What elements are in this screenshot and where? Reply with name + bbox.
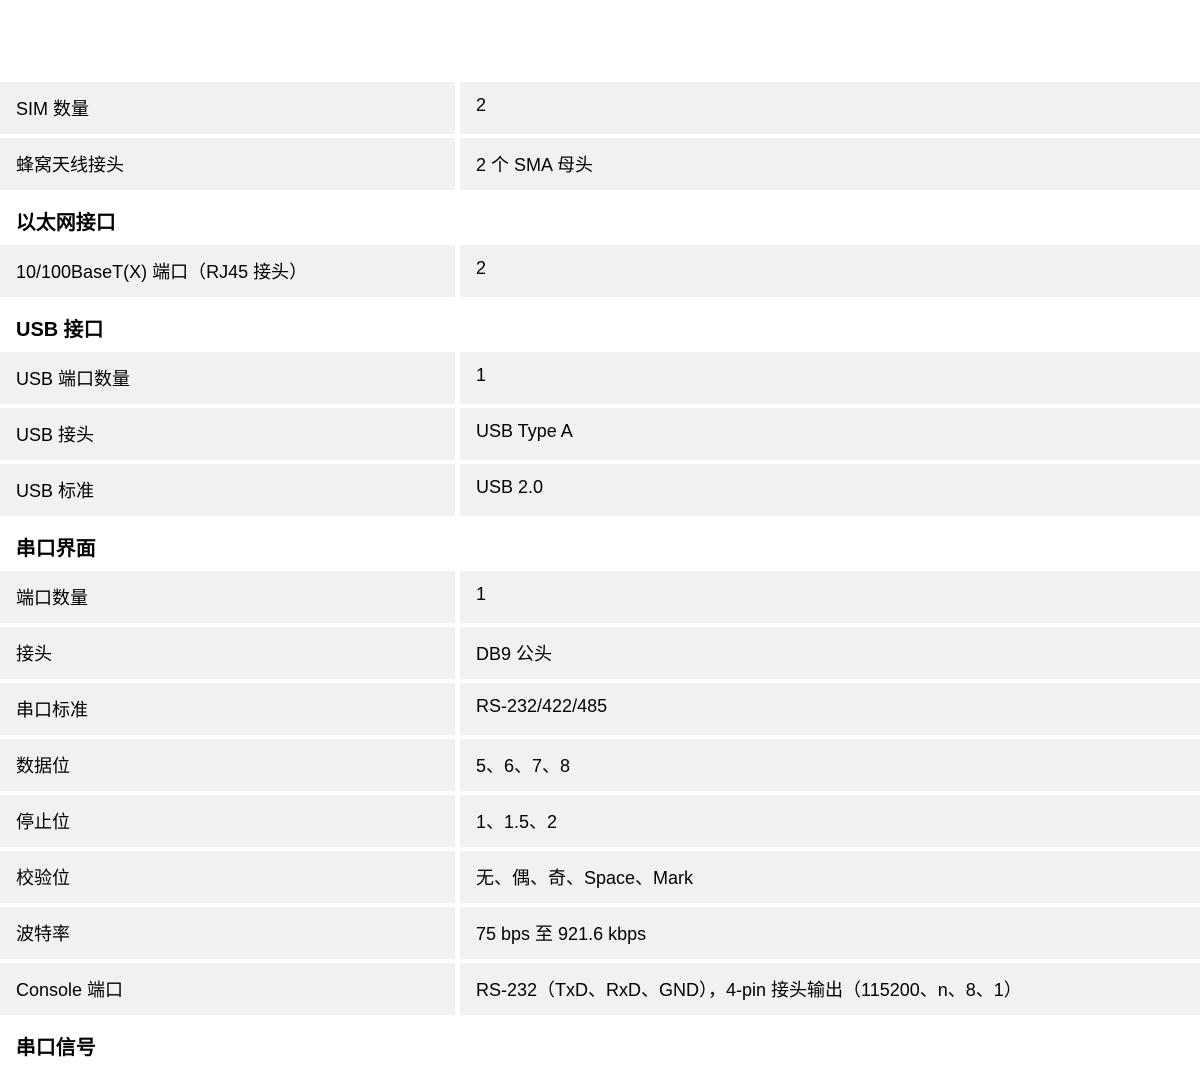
table-row: 端口数量 1 <box>0 571 1200 623</box>
spec-label: 端口数量 <box>0 571 455 623</box>
spec-value: 1 <box>460 352 1200 404</box>
spec-value: 1、1.5、2 <box>460 795 1200 847</box>
spec-value: 2 个 SMA 母头 <box>460 138 1200 190</box>
table-row: SIM 数量 2 <box>0 82 1200 134</box>
spec-label: 串口标准 <box>0 683 455 735</box>
table-row: USB 端口数量 1 <box>0 352 1200 404</box>
section-title-serial: 串口界面 <box>0 520 1200 571</box>
table-row: Console 端口 RS-232（TxD、RxD、GND），4-pin 接头输… <box>0 963 1200 1015</box>
section-title-ethernet: 以太网接口 <box>0 194 1200 245</box>
table-row: 接头 DB9 公头 <box>0 627 1200 679</box>
table-row: 数据位 5、6、7、8 <box>0 739 1200 791</box>
spec-label: 数据位 <box>0 739 455 791</box>
spec-label: 蜂窝天线接头 <box>0 138 455 190</box>
spec-value: 5、6、7、8 <box>460 739 1200 791</box>
table-row: 10/100BaseT(X) 端口（RJ45 接头） 2 <box>0 245 1200 297</box>
spec-label: SIM 数量 <box>0 82 455 134</box>
spec-label: 停止位 <box>0 795 455 847</box>
table-row: USB 标准 USB 2.0 <box>0 464 1200 516</box>
spec-container: SIM 数量 2 蜂窝天线接头 2 个 SMA 母头 以太网接口 10/100B… <box>0 0 1200 1070</box>
section-title-usb: USB 接口 <box>0 301 1200 352</box>
table-row: 蜂窝天线接头 2 个 SMA 母头 <box>0 138 1200 190</box>
spec-label: 波特率 <box>0 907 455 959</box>
table-row: 停止位 1、1.5、2 <box>0 795 1200 847</box>
spec-value: USB Type A <box>460 408 1200 460</box>
spec-value: 75 bps 至 921.6 kbps <box>460 907 1200 959</box>
table-row: 校验位 无、偶、奇、Space、Mark <box>0 851 1200 903</box>
spec-value: 2 <box>460 82 1200 134</box>
spec-value: 2 <box>460 245 1200 297</box>
table-row: 波特率 75 bps 至 921.6 kbps <box>0 907 1200 959</box>
spec-label: 10/100BaseT(X) 端口（RJ45 接头） <box>0 245 455 297</box>
spec-value: DB9 公头 <box>460 627 1200 679</box>
spec-label: Console 端口 <box>0 963 455 1015</box>
table-row: USB 接头 USB Type A <box>0 408 1200 460</box>
spec-label: USB 接头 <box>0 408 455 460</box>
spec-label: 校验位 <box>0 851 455 903</box>
spec-value: 1 <box>460 571 1200 623</box>
section-title-serial-signal: 串口信号 <box>0 1019 1200 1070</box>
spec-label: USB 端口数量 <box>0 352 455 404</box>
spec-value: 无、偶、奇、Space、Mark <box>460 851 1200 903</box>
spec-value: RS-232/422/485 <box>460 683 1200 735</box>
table-row: 串口标准 RS-232/422/485 <box>0 683 1200 735</box>
spec-label: 接头 <box>0 627 455 679</box>
spec-value: RS-232（TxD、RxD、GND），4-pin 接头输出（115200、n、… <box>460 963 1200 1015</box>
spec-label: USB 标准 <box>0 464 455 516</box>
spec-value: USB 2.0 <box>460 464 1200 516</box>
